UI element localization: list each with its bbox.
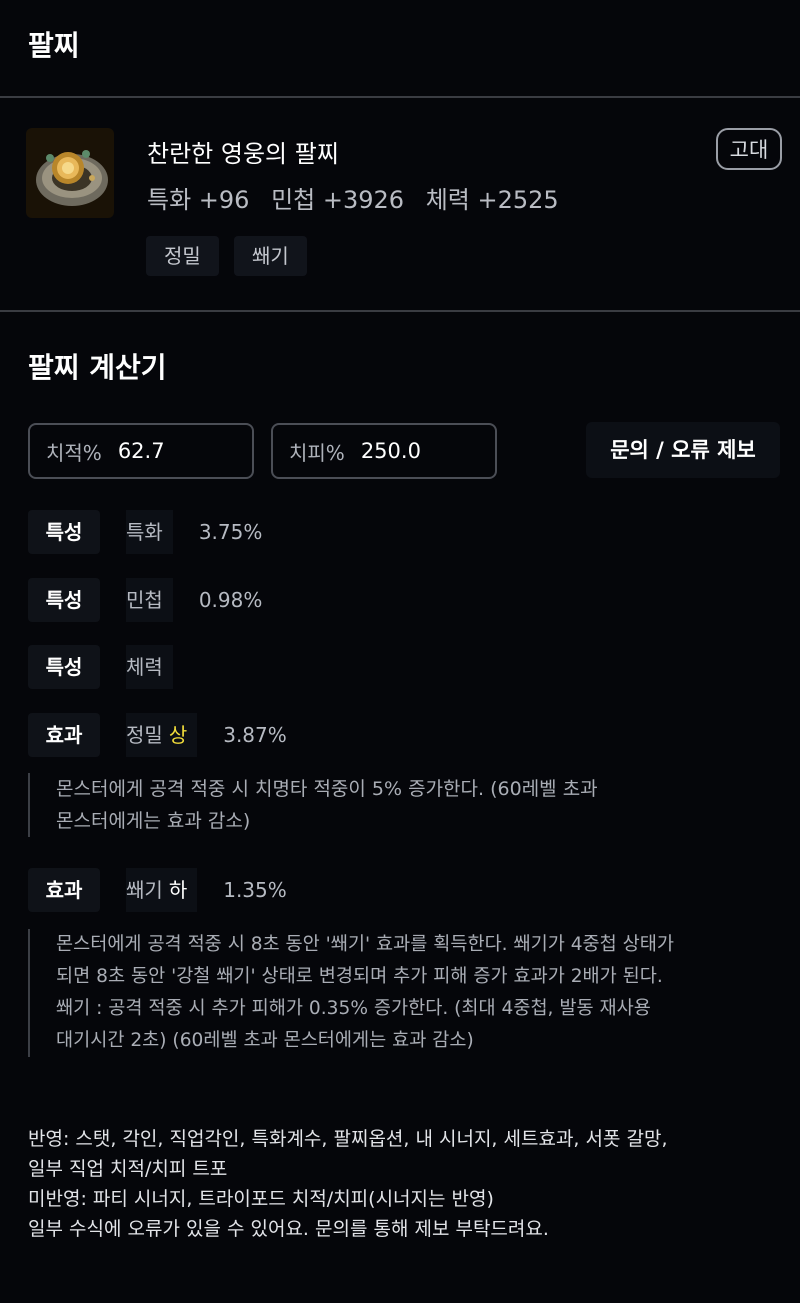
crit-damage-label: 치피% [289,440,345,465]
crit-damage-input[interactable]: 치피% 250.0 [271,423,497,479]
footer-line: 일부 수식에 오류가 있을 수 있어요. 문의를 통해 제보 부탁드려요. [28,1218,549,1240]
effect-description: 몬스터에게 공격 적중 시 8초 동안 '쐐기' 효과를 획득한다. 쐐기가 4… [28,929,782,1057]
effect-row-wedge: 효과 쐐기 하 1.35% [28,868,287,912]
row-name: 쐐기 하 [126,868,198,912]
footer-line: 반영: 스탯, 각인, 직업각인, 특화계수, 팔찌옵션, 내 시너지, 세트효… [28,1128,668,1150]
row-name: 정밀 상 [126,713,198,757]
stat-row-vitality: 특성 체력 [28,645,199,689]
crit-damage-value: 250.0 [360,439,421,463]
row-name: 민첩 [126,578,173,622]
calculator-title: 팔찌 계산기 [28,351,167,384]
effect-grade: 하 [168,878,188,902]
crit-rate-input[interactable]: 치적% 62.7 [28,423,254,479]
item-stat: 체력 +2525 [425,186,559,214]
item-stat: 특화 +96 [147,186,250,214]
row-value: 0.98% [198,588,263,612]
footer-notes: 반영: 스탯, 각인, 직업각인, 특화계수, 팔찌옵션, 내 시너지, 세트효… [28,1124,788,1244]
item-name: 찬란한 영웅의 팔찌 [147,140,339,168]
page-header: 팔찌 [0,0,800,98]
bracelet-icon [26,128,114,218]
row-name: 특화 [126,510,173,554]
grade-badge: 고대 [716,128,782,170]
row-type-label: 특성 [28,578,100,622]
row-type-label: 특성 [28,645,100,689]
tag-badge: 쐐기 [234,236,307,276]
description-line: 쐐기 : 공격 적중 시 추가 피해가 0.35% 증가한다. (최대 4중첩,… [56,998,651,1019]
tag-badge: 정밀 [146,236,219,276]
item-stats: 특화 +96 민첩 +3926 체력 +2525 [147,180,573,215]
row-name: 체력 [126,645,173,689]
stat-row-specialization: 특성 특화 3.75% [28,510,262,554]
description-line: 몬스터에게는 효과 감소) [56,810,251,832]
item-stat: 민첩 +3926 [271,186,405,214]
effect-name: 쐐기 [126,878,163,902]
description-line: 되면 8초 동안 '강철 쐐기' 상태로 변경되며 추가 피해 증가 효과가 2… [56,966,663,987]
crit-rate-value: 62.7 [117,439,165,463]
effect-row-precision: 효과 정밀 상 3.87% [28,713,287,757]
description-line: 대기시간 2초) (60레벨 초과 몬스터에게는 효과 감소) [56,1030,474,1051]
stat-row-dexterity: 특성 민첩 0.98% [28,578,262,622]
description-line: 몬스터에게 공격 적중 시 8초 동안 '쐐기' 효과를 획득한다. 쐐기가 4… [56,934,674,955]
row-type-label: 효과 [28,868,100,912]
report-button[interactable]: 문의 / 오류 제보 [586,422,780,478]
effect-description: 몬스터에게 공격 적중 시 치명타 적중이 5% 증가한다. (60레벨 초과 … [28,773,782,837]
page-title: 팔찌 [28,29,80,62]
row-value: 3.75% [198,520,263,544]
row-value: 3.87% [223,723,287,747]
effect-name: 정밀 [126,723,163,747]
row-type-label: 특성 [28,510,100,554]
footer-line: 미반영: 파티 시너지, 트라이포드 치적/치피(시너지는 반영) [28,1188,494,1210]
row-value: 1.35% [223,878,287,902]
footer-line: 일부 직업 치적/치피 트포 [28,1158,228,1180]
crit-rate-label: 치적% [46,440,102,465]
row-type-label: 효과 [28,713,100,757]
description-line: 몬스터에게 공격 적중 시 치명타 적중이 5% 증가한다. (60레벨 초과 [56,778,598,800]
effect-grade: 상 [168,723,188,747]
